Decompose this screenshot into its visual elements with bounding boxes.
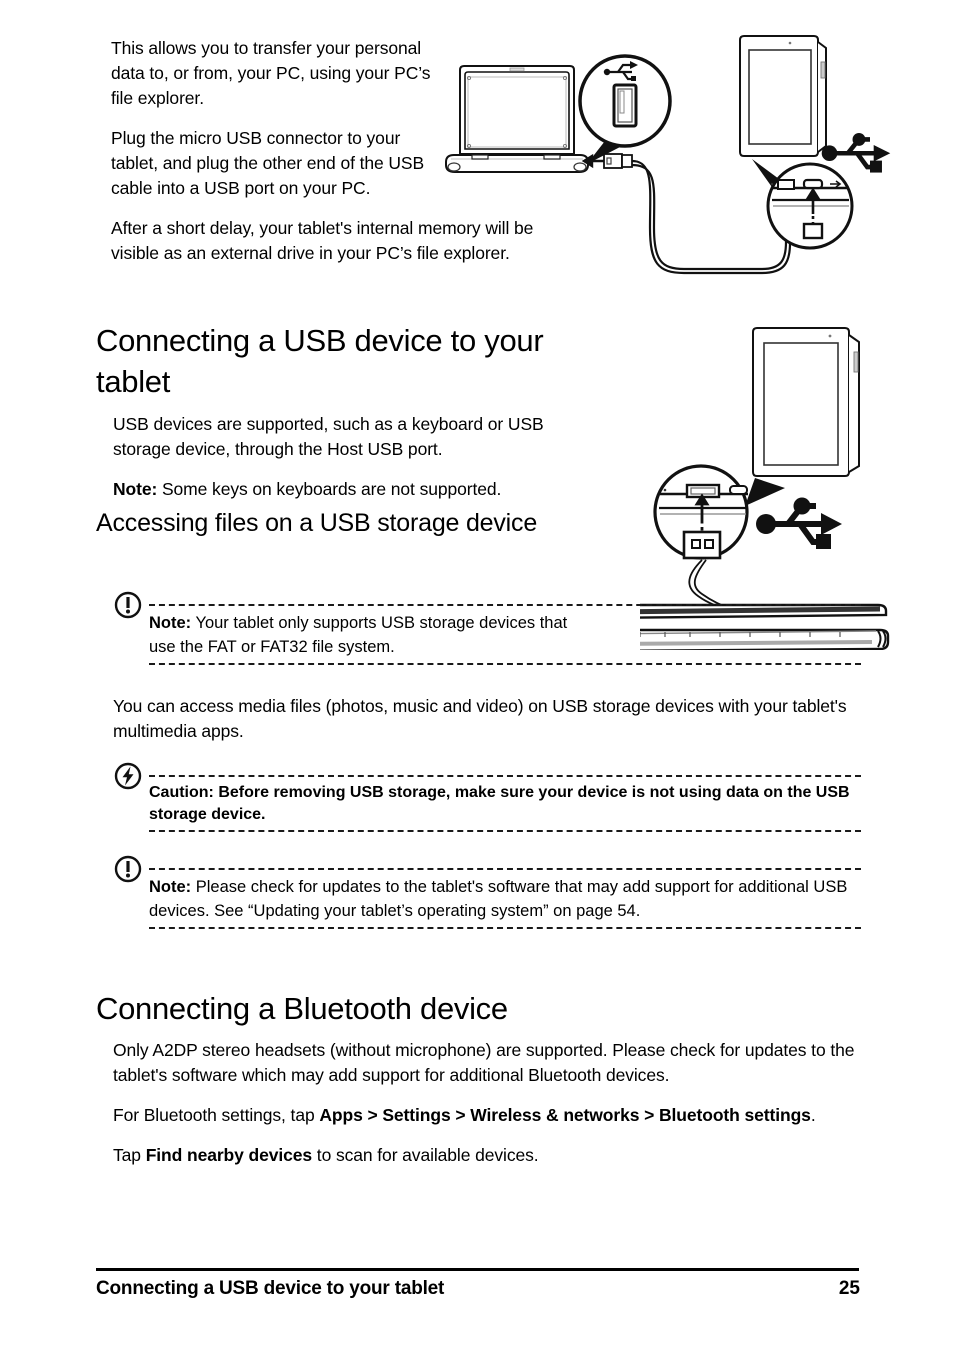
media-files-paragraph: You can access media files (photos, musi…	[113, 694, 873, 759]
note-label: Note:	[113, 479, 158, 499]
note-label: Note:	[149, 878, 192, 896]
intro-paragraph-2: Plug the micro USB connector to your tab…	[111, 128, 425, 198]
note-callout-updates: Note: Please check for updates to the ta…	[96, 855, 861, 929]
intro-paragraph-1: This allows you to transfer your persona…	[111, 38, 431, 108]
bt-settings-prefix: For Bluetooth settings, tap	[113, 1105, 320, 1125]
media-files-text: You can access media files (photos, musi…	[113, 696, 847, 741]
footer-divider	[96, 1268, 859, 1271]
bt-find-suffix: to scan for available devices.	[312, 1145, 539, 1165]
note-body: Please check for updates to the tablet's…	[149, 878, 848, 920]
tablet-host-usb-keyboard-diagram	[591, 320, 898, 653]
page-number: 25	[838, 1278, 860, 1299]
bluetooth-paragraph-1: Only A2DP stereo headsets (without micro…	[113, 1040, 855, 1085]
note-body: Some keys on keyboards are not supported…	[157, 479, 502, 499]
heading-connecting-usb-device: Connecting a USB device to your tablet	[96, 323, 544, 399]
bluetooth-paragraph-3: Tap Find nearby devices to scan for avai…	[113, 1143, 865, 1168]
note-callout-fat32: Note: Your tablet only supports USB stor…	[96, 591, 861, 665]
heading-accessing-files: Accessing files on a USB storage device	[96, 509, 538, 537]
note-bottom-rule	[149, 927, 861, 929]
caution-top-rule	[149, 775, 861, 777]
document-page: This allows you to transfer your persona…	[0, 0, 954, 1352]
footer-section-title: Connecting a USB device to your tablet	[96, 1278, 445, 1299]
note-label: Note:	[149, 614, 192, 632]
usb-note-line: Note: Some keys on keyboards are not sup…	[113, 477, 603, 502]
bt-find-nearby-devices: Find nearby devices	[145, 1145, 313, 1165]
caution-lightning-icon	[113, 761, 143, 791]
intro-text-block: This allows you to transfer your persona…	[111, 36, 533, 281]
caution-bottom-rule	[149, 830, 861, 832]
caution-text: Caution: Before removing USB storage, ma…	[149, 784, 850, 823]
note-exclamation-icon	[113, 590, 143, 620]
bt-settings-path: Apps > Settings > Wireless & networks > …	[319, 1105, 811, 1125]
note-exclamation-icon	[113, 854, 143, 884]
heading-connecting-bluetooth: Connecting a Bluetooth device	[96, 991, 508, 1026]
usb-section-text: USB devices are supported, such as a key…	[113, 412, 603, 517]
note-text-updates: Note: Please check for updates to the ta…	[149, 875, 859, 923]
note-top-rule	[149, 868, 861, 870]
note-body: Your tablet only supports USB storage de…	[149, 614, 568, 656]
bt-settings-suffix: .	[810, 1105, 816, 1125]
note-bottom-rule	[149, 663, 861, 665]
bluetooth-section-text: Only A2DP stereo headsets (without micro…	[113, 1038, 865, 1183]
note-text-fat32: Note: Your tablet only supports USB stor…	[149, 611, 589, 659]
intro-paragraph-3: After a short delay, your tablet's inter…	[111, 218, 534, 263]
usb-paragraph-1: USB devices are supported, such as a key…	[113, 414, 544, 459]
note-top-rule	[149, 604, 861, 606]
bt-find-prefix: Tap	[113, 1145, 146, 1165]
bluetooth-paragraph-2: For Bluetooth settings, tap Apps > Setti…	[113, 1103, 865, 1128]
caution-callout-removing-usb: Caution: Before removing USB storage, ma…	[96, 762, 861, 832]
laptop-to-tablet-usb-diagram	[432, 28, 902, 313]
